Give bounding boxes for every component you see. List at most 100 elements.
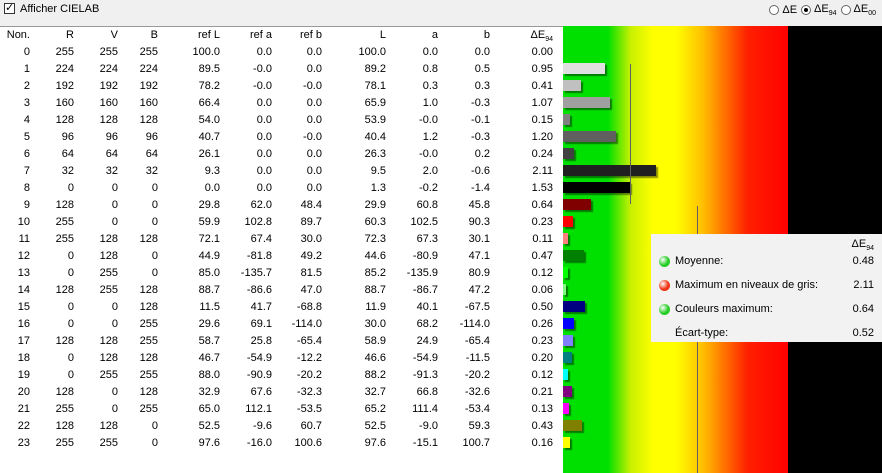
table-cell: 44.9 — [198, 250, 220, 262]
table-cell: 100.0 — [192, 46, 220, 58]
table-row[interactable]: 21 255 0 255 65.0 112.1 -53.5 65.2 111.4 -53.4 0.1… — [0, 401, 563, 418]
table-cell: 255 — [55, 216, 74, 228]
table-cell: 0 — [23, 46, 30, 58]
table-cell: 17 — [17, 335, 30, 347]
table-row[interactable]: 3 160 160 160 66.4 0.0 0.0 65.9 1.0 -0.3 1.07 — [0, 95, 563, 112]
show-cielab-checkbox[interactable] — [4, 1, 15, 15]
table-cell: 62.0 — [250, 199, 272, 211]
radio-button-icon[interactable] — [769, 5, 780, 16]
table-cell: 0 — [151, 250, 158, 262]
table-row[interactable]: 15 0 0 128 11.5 41.7 -68.8 11.9 40.1 -67.5 0.50 — [0, 299, 563, 316]
table-cell: 0 — [67, 369, 74, 381]
table-cell: 9.3 — [204, 165, 220, 177]
table-cell: -0.0 — [303, 80, 322, 92]
radio-delta-e[interactable]: ΔE — [769, 4, 797, 16]
table-cell: 6 — [23, 148, 30, 160]
table-row[interactable]: 2 192 192 192 78.2 -0.0 -0.0 78.1 0.3 0.3 0.41 — [0, 78, 563, 95]
table-row[interactable]: 23 255 255 0 97.6 -16.0 100.6 97.6 -15.1 100.7 0.1… — [0, 435, 563, 452]
table-cell: 255 — [55, 233, 74, 245]
table-cell: 255 — [139, 318, 158, 330]
table-cell: 128 — [139, 114, 158, 126]
table-cell: 30.0 — [300, 233, 322, 245]
table-cell: 29.6 — [198, 318, 220, 330]
table-cell: -86.6 — [246, 284, 272, 296]
table-cell: 11 — [18, 233, 30, 245]
table-cell: -54.9 — [412, 352, 438, 364]
table-cell: 24.9 — [416, 335, 438, 347]
table-row[interactable]: 1 224 224 224 89.5 -0.0 0.0 89.2 0.8 0.5 0.95 — [0, 61, 563, 78]
table-cell: 30.1 — [468, 233, 490, 245]
table-row[interactable]: 4 128 128 128 54.0 0.0 0.0 53.9 -0.0 -0.1 0.15 — [0, 112, 563, 129]
table-row[interactable]: 12 0 128 0 44.9 -81.8 49.2 44.6 -80.9 47.1 0.47 — [0, 248, 563, 265]
statistics-row: Maximum en niveaux de gris: 2.11 — [651, 276, 882, 296]
table-cell: 128 — [99, 114, 118, 126]
table-cell: 0 — [111, 182, 118, 194]
delta-e-bar — [563, 301, 585, 312]
table-row[interactable]: 11 255 128 128 72.1 67.4 30.0 72.3 67.3 30.1 0.11 — [0, 231, 563, 248]
table-cell: 128 — [99, 250, 118, 262]
table-cell: 32.7 — [364, 386, 386, 398]
table-cell: -32.6 — [464, 386, 490, 398]
table-row[interactable]: 10 255 0 0 59.9 102.8 89.7 60.3 102.5 90.3 0.23 — [0, 214, 563, 231]
statistics-label: Moyenne: — [675, 255, 724, 267]
table-cell: 96 — [61, 131, 74, 143]
table-cell: 0.50 — [531, 301, 553, 313]
table-cell: 112.1 — [245, 403, 272, 415]
delta-e-bar — [563, 216, 573, 227]
table-row[interactable]: 20 128 0 128 32.9 67.6 -32.3 32.7 66.8 -32.6 0.21 — [0, 384, 563, 401]
table-row[interactable]: 0 255 255 255 100.0 0.0 0.0 100.0 0.0 0.0 0.00 — [0, 44, 563, 61]
radio-delta-e00[interactable]: ΔE00 — [840, 3, 876, 17]
statistics-header: ΔE94 — [851, 238, 874, 253]
table-cell: 0 — [151, 199, 158, 211]
table-row[interactable]: 7 32 32 32 9.3 0.0 0.0 9.5 2.0 -0.6 2.11 — [0, 163, 563, 180]
grayscale-max-marker — [630, 64, 631, 204]
table-cell: 0.43 — [531, 420, 553, 432]
table-cell: 0.0 — [256, 131, 272, 143]
toolbar: Afficher CIELAB ΔE ΔE94 ΔE00 — [0, 0, 882, 20]
table-cell: 0.0 — [256, 165, 272, 177]
table-cell: 21 — [17, 403, 30, 415]
radio-delta-e94[interactable]: ΔE94 — [801, 3, 837, 17]
table-cell: 40.4 — [364, 131, 386, 143]
table-cell: 59.9 — [198, 216, 220, 228]
table-row[interactable]: 16 0 0 255 29.6 69.1 -114.0 30.0 68.2 -114.0 0.26 — [0, 316, 563, 333]
table-row[interactable]: 22 128 128 0 52.5 -9.6 60.7 52.5 -9.0 59.3 0.43 — [0, 418, 563, 435]
table-row[interactable]: 17 128 128 255 58.7 25.8 -65.4 58.9 24.9 -65.4 0.2… — [0, 333, 563, 350]
table-cell: 0.0 — [306, 63, 322, 75]
table-row[interactable]: 8 0 0 0 0.0 0.0 0.0 1.3 -0.2 -1.4 1.53 — [0, 180, 563, 197]
table-cell: -54.9 — [246, 352, 272, 364]
statistics-value: 0.64 — [852, 303, 874, 315]
table-cell: 48.4 — [300, 199, 322, 211]
status-dot-icon — [659, 304, 670, 315]
table-cell: 0.20 — [531, 352, 553, 364]
table-row[interactable]: 19 0 255 255 88.0 -90.9 -20.2 88.2 -91.3 -20.2 0.1… — [0, 367, 563, 384]
table-cell: 85.0 — [198, 267, 220, 279]
table-row[interactable]: 18 0 128 128 46.7 -54.9 -12.2 46.6 -54.9 -11.5 0.2… — [0, 350, 563, 367]
radio-button-icon[interactable] — [840, 5, 851, 16]
table-cell: 58.7 — [198, 335, 220, 347]
table-cell: 32 — [61, 165, 74, 177]
delta-e-bar — [563, 267, 568, 278]
table-row[interactable]: 6 64 64 64 26.1 0.0 0.0 26.3 -0.0 0.2 0.24 — [0, 146, 563, 163]
column-header: b — [483, 29, 490, 41]
table-cell: 29.8 — [198, 199, 220, 211]
table-cell: 52.5 — [198, 420, 220, 432]
table-cell: 89.5 — [198, 63, 220, 75]
table-row[interactable]: 13 0 255 0 85.0 -135.7 81.5 85.2 -135.9 80.9 0.12 — [0, 265, 563, 282]
table-cell: -11.5 — [465, 352, 490, 364]
table-row[interactable]: 14 128 255 128 88.7 -86.6 47.0 88.7 -86.7 47.2 0.0… — [0, 282, 563, 299]
table-cell: 255 — [55, 403, 74, 415]
table-cell: 7 — [23, 165, 30, 177]
table-cell: 4 — [23, 114, 30, 126]
radio-button-selected-icon[interactable] — [801, 5, 812, 16]
table-row[interactable]: 5 96 96 96 40.7 0.0 -0.0 40.4 1.2 -0.3 1.20 — [0, 129, 563, 146]
table-cell: 65.0 — [198, 403, 220, 415]
table-cell: 1.0 — [422, 97, 438, 109]
table-cell: 128 — [55, 284, 74, 296]
table-cell: 66.4 — [198, 97, 220, 109]
statistics-label: Couleurs maximum: — [675, 303, 773, 315]
table-cell: 45.8 — [468, 199, 490, 211]
table-row[interactable]: 9 128 0 0 29.8 62.0 48.4 29.9 60.8 45.8 0.64 — [0, 197, 563, 214]
status-dot-icon — [659, 280, 670, 291]
delta-e-mode-group: ΔE ΔE94 ΔE00 — [769, 3, 876, 17]
